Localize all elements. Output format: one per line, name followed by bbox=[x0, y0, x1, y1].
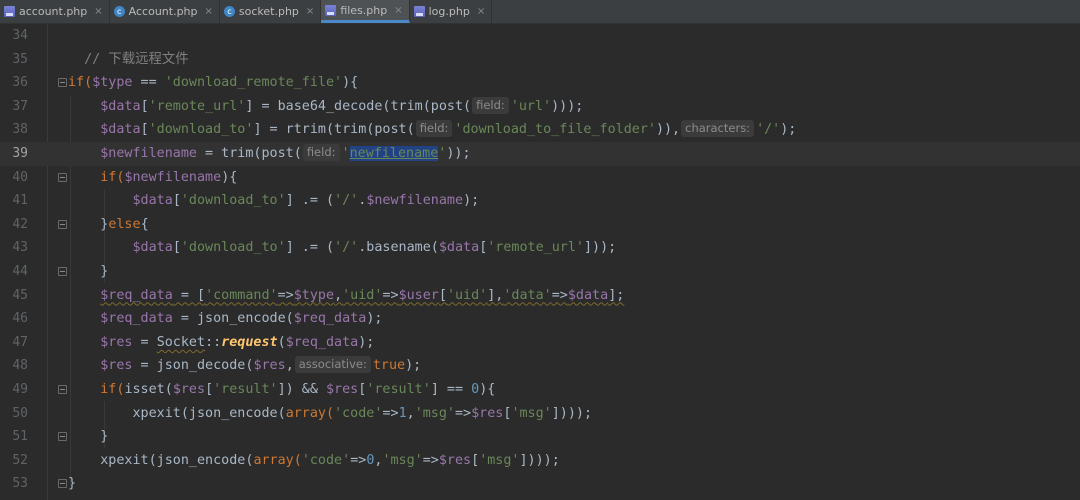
php-file-icon bbox=[4, 6, 15, 17]
code-line: 44 } bbox=[0, 260, 1080, 284]
code-line: 36 if($type == 'download_remote_file'){ bbox=[0, 71, 1080, 95]
close-icon[interactable]: × bbox=[477, 6, 485, 17]
line-number: 49 bbox=[12, 382, 28, 397]
line-number: 45 bbox=[12, 287, 28, 303]
class-file-icon: c bbox=[223, 6, 235, 17]
fold-icon[interactable] bbox=[58, 267, 67, 276]
tab-label: files.php bbox=[340, 3, 388, 17]
tab-account-class-php[interactable]: c Account.php × bbox=[110, 0, 220, 23]
line-number: 53 bbox=[12, 476, 28, 492]
code-line: 45 $req_data = ['command'=>$type,'uid'=>… bbox=[0, 284, 1080, 308]
line-number: 37 bbox=[12, 98, 28, 114]
parameter-hint: field: bbox=[302, 144, 340, 161]
code-line: 35 // 下载远程文件 bbox=[0, 48, 1080, 72]
line-number: 51 bbox=[12, 429, 28, 445]
selected-text[interactable]: newfilename bbox=[349, 146, 439, 161]
close-icon[interactable]: × bbox=[394, 5, 402, 16]
line-number: 46 bbox=[12, 311, 28, 327]
close-icon[interactable]: × bbox=[306, 6, 314, 17]
code-line: 41 $data['download_to'] .= ('/'.$newfile… bbox=[0, 189, 1080, 213]
tab-account-php[interactable]: account.php × bbox=[0, 0, 110, 23]
line-number: 52 bbox=[12, 452, 28, 468]
line-number: 44 bbox=[12, 264, 28, 279]
class-file-icon: c bbox=[113, 6, 125, 17]
code-line: 47 $res = Socket::request($req_data); bbox=[0, 331, 1080, 355]
fold-icon[interactable] bbox=[58, 219, 67, 229]
parameter-hint: associative: bbox=[294, 356, 371, 374]
line-number: 35 bbox=[12, 51, 28, 67]
code-line: 46 $req_data = json_encode($req_data); bbox=[0, 307, 1080, 331]
tab-socket-php[interactable]: c socket.php × bbox=[220, 0, 322, 23]
code-line: 34 bbox=[0, 24, 1080, 48]
close-icon[interactable]: × bbox=[94, 6, 102, 17]
code-line: 51 } bbox=[0, 425, 1080, 449]
fold-icon[interactable] bbox=[58, 78, 67, 88]
php-file-icon bbox=[325, 4, 337, 16]
tab-label: Account.php bbox=[128, 5, 198, 18]
line-number: 38 bbox=[12, 122, 28, 138]
tab-log-php[interactable]: log.php × bbox=[410, 0, 493, 23]
line-number: 47 bbox=[12, 334, 28, 350]
current-code-line: 39 $newfilename = trim(post(field:'newfi… bbox=[0, 142, 1080, 166]
code-line: 38 $data['download_to'] = rtrim(trim(pos… bbox=[0, 118, 1080, 142]
line-number: 39 bbox=[12, 146, 28, 161]
tab-label: socket.php bbox=[238, 5, 299, 18]
fold-icon[interactable] bbox=[58, 385, 67, 394]
line-number: 40 bbox=[12, 169, 28, 185]
tab-label: account.php bbox=[19, 5, 88, 18]
code-line: 42 }else{ bbox=[0, 213, 1080, 237]
parameter-hint: field: bbox=[472, 96, 509, 114]
code-line: 37 $data['remote_url'] = base64_decode(t… bbox=[0, 95, 1080, 119]
line-number: 43 bbox=[12, 240, 28, 256]
line-number: 50 bbox=[12, 405, 28, 421]
code-line: 40 if($newfilename){ bbox=[0, 166, 1080, 190]
php-file-icon bbox=[413, 6, 425, 17]
code-line: 48 $res = json_decode($res, associative: t… bbox=[0, 354, 1080, 378]
tab-files-php[interactable]: files.php × bbox=[321, 0, 410, 23]
line-number: 34 bbox=[12, 28, 28, 43]
parameter-hint: field: bbox=[415, 120, 453, 138]
line-number: 41 bbox=[12, 193, 28, 209]
code-editor[interactable]: 34 35 // 下载远程文件 36 if($type == 'download… bbox=[0, 24, 1080, 500]
code-line: 50 xpexit(json_encode(array('code'=>1,'m… bbox=[0, 402, 1080, 426]
fold-icon[interactable] bbox=[58, 432, 67, 442]
code-line: 49 if(isset($res['result']) && $res['res… bbox=[0, 378, 1080, 402]
editor-tab-bar: account.php × c Account.php × c socket.p… bbox=[0, 0, 1080, 24]
tab-label: log.php bbox=[428, 5, 470, 18]
parameter-hint: characters: bbox=[681, 120, 755, 138]
code-line: 52 xpexit(json_encode(array('code'=>0,'m… bbox=[0, 449, 1080, 473]
fold-icon[interactable] bbox=[58, 172, 67, 182]
code-line: 53 } bbox=[0, 472, 1080, 496]
close-icon[interactable]: × bbox=[205, 6, 213, 17]
line-number: 42 bbox=[12, 216, 28, 232]
line-number: 36 bbox=[12, 75, 28, 91]
fold-icon[interactable] bbox=[58, 479, 67, 489]
line-number: 48 bbox=[12, 358, 28, 374]
code-comment: // 下载远程文件 bbox=[84, 51, 189, 67]
code-line: 43 $data['download_to'] .= ('/'.basename… bbox=[0, 236, 1080, 260]
